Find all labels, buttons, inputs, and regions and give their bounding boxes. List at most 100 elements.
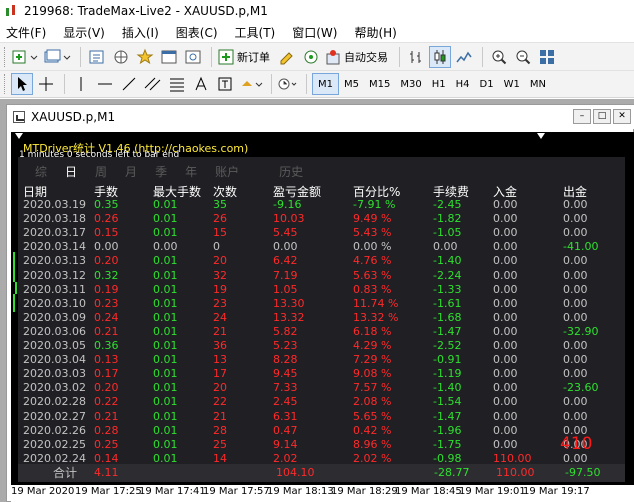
- signals-button[interactable]: [300, 46, 322, 68]
- autotrading-button[interactable]: 自动交易: [324, 46, 392, 68]
- line-chart-icon: [456, 51, 472, 62]
- cell-fee: -1.96: [433, 423, 462, 437]
- signals-icon: [304, 50, 318, 63]
- window-title: 219968: TradeMax-Live2 - XAUUSD.p,M1: [24, 4, 268, 18]
- timeframe-mn[interactable]: MN: [525, 73, 551, 95]
- chart-shift-marker-icon[interactable]: [537, 133, 545, 139]
- cell-withdraw: 0.00: [563, 353, 588, 367]
- fibonacci-button[interactable]: [166, 73, 188, 95]
- cell-pnl: 7.33: [273, 381, 298, 395]
- line-chart-button[interactable]: [453, 46, 475, 68]
- terminal-button[interactable]: [158, 46, 180, 68]
- cell-count: 0: [213, 240, 220, 254]
- market-watch-button[interactable]: [86, 46, 108, 68]
- cell-percent: 2.08 %: [353, 395, 392, 409]
- new-order-button[interactable]: 新订单: [217, 46, 274, 68]
- cell-deposit: 0.00: [493, 212, 518, 226]
- cell-fee: -1.61: [433, 296, 462, 310]
- tab-day[interactable]: 日: [65, 163, 77, 180]
- text-tool-button[interactable]: [190, 73, 212, 95]
- timeframe-h4[interactable]: H4: [451, 73, 475, 95]
- metaeditor-button[interactable]: [276, 46, 298, 68]
- cell-max-lots: 0.01: [153, 324, 178, 338]
- timeframe-m5[interactable]: M5: [339, 73, 364, 95]
- channel-button[interactable]: [142, 73, 164, 95]
- time-axis-label: 19 Mar 19:01: [459, 486, 526, 497]
- tab-account[interactable]: 账户: [215, 163, 239, 180]
- timeframe-m15[interactable]: M15: [364, 73, 395, 95]
- tab-summary[interactable]: 综: [35, 163, 47, 180]
- tab-month[interactable]: 月: [125, 163, 137, 180]
- menu-file[interactable]: 文件(F): [6, 24, 46, 41]
- menu-window[interactable]: 窗口(W): [292, 24, 337, 41]
- total-fee: -28.77: [434, 466, 470, 479]
- horizontal-line-button[interactable]: [94, 73, 116, 95]
- cell-lots: 0.26: [94, 212, 119, 226]
- chart-window-titlebar[interactable]: XAUUSD.p,M1 – □ ✕: [7, 105, 634, 129]
- menu-view[interactable]: 显示(V): [63, 24, 105, 41]
- profiles-button[interactable]: [43, 46, 73, 68]
- timeframe-h1[interactable]: H1: [427, 73, 451, 95]
- tab-history[interactable]: 历史: [279, 163, 303, 180]
- menu-insert[interactable]: 插入(I): [122, 24, 159, 41]
- cell-date: 2020.03.12: [23, 268, 86, 282]
- new-chart-button[interactable]: [11, 46, 41, 68]
- periods-button[interactable]: [277, 73, 299, 95]
- zoom-out-button[interactable]: [512, 46, 534, 68]
- tab-year[interactable]: 年: [185, 163, 197, 180]
- tile-windows-button[interactable]: [536, 46, 558, 68]
- data-window-button[interactable]: [110, 46, 132, 68]
- cell-count: 36: [213, 339, 227, 352]
- cell-count: 17: [213, 367, 227, 381]
- timeframe-w1[interactable]: W1: [499, 73, 525, 95]
- cell-withdraw: 0.00: [563, 310, 588, 324]
- cell-max-lots: 0.01: [153, 339, 178, 352]
- cell-deposit: 0.00: [493, 296, 518, 310]
- maximize-button[interactable]: □: [593, 109, 611, 124]
- cell-count: 19: [213, 282, 227, 296]
- new-order-icon: [218, 49, 234, 64]
- cell-percent: 13.32 %: [353, 310, 399, 324]
- horizontal-line-icon: [98, 83, 112, 85]
- candlestick-button[interactable]: [429, 45, 451, 68]
- vertical-line-button[interactable]: [70, 73, 92, 95]
- minimize-button[interactable]: –: [573, 109, 591, 124]
- bar-chart-button[interactable]: [405, 46, 427, 68]
- cell-pnl: 6.42: [273, 254, 298, 268]
- text-tool-icon: [195, 76, 207, 91]
- tile-windows-icon: [540, 49, 554, 64]
- cell-percent: 9.08 %: [353, 367, 392, 381]
- cell-percent: 4.29 %: [353, 339, 392, 352]
- menu-tools[interactable]: 工具(T): [235, 24, 276, 41]
- cell-date: 2020.03.06: [23, 324, 86, 338]
- cursor-tool-button[interactable]: [11, 73, 33, 95]
- arrows-button[interactable]: [238, 73, 264, 95]
- close-button[interactable]: ✕: [613, 109, 631, 124]
- zoom-in-button[interactable]: [488, 46, 510, 68]
- cell-deposit: 0.00: [493, 282, 518, 296]
- crosshair-button[interactable]: [35, 73, 57, 95]
- text-label-button[interactable]: [214, 73, 236, 95]
- timeframe-m30[interactable]: M30: [395, 73, 426, 95]
- indicator-collapse-icon[interactable]: [15, 133, 23, 139]
- timeframe-m1[interactable]: M1: [312, 73, 339, 95]
- cell-withdraw: 0.00: [563, 409, 588, 423]
- cell-deposit: 0.00: [493, 198, 518, 211]
- cell-lots: 0.21: [94, 409, 119, 423]
- timeframe-d1[interactable]: D1: [475, 73, 499, 95]
- strategy-tester-button[interactable]: [182, 46, 204, 68]
- cell-max-lots: 0.01: [153, 198, 178, 211]
- time-axis-label: 19 Mar 17:57: [203, 486, 270, 497]
- cell-withdraw: 0.00: [563, 282, 588, 296]
- cell-percent: 6.18 %: [353, 324, 392, 338]
- trendline-button[interactable]: [118, 73, 140, 95]
- cell-lots: 0.28: [94, 423, 119, 437]
- menu-bar: 文件(F) 显示(V) 插入(I) 图表(C) 工具(T) 窗口(W) 帮助(H…: [0, 22, 634, 42]
- cell-percent: 5.43 %: [353, 226, 392, 240]
- cell-lots: 0.25: [94, 437, 119, 451]
- navigator-button[interactable]: [134, 46, 156, 68]
- tab-week[interactable]: 周: [95, 163, 107, 180]
- menu-help[interactable]: 帮助(H): [354, 24, 396, 41]
- tab-quarter[interactable]: 季: [155, 163, 167, 180]
- menu-charts[interactable]: 图表(C): [176, 24, 218, 41]
